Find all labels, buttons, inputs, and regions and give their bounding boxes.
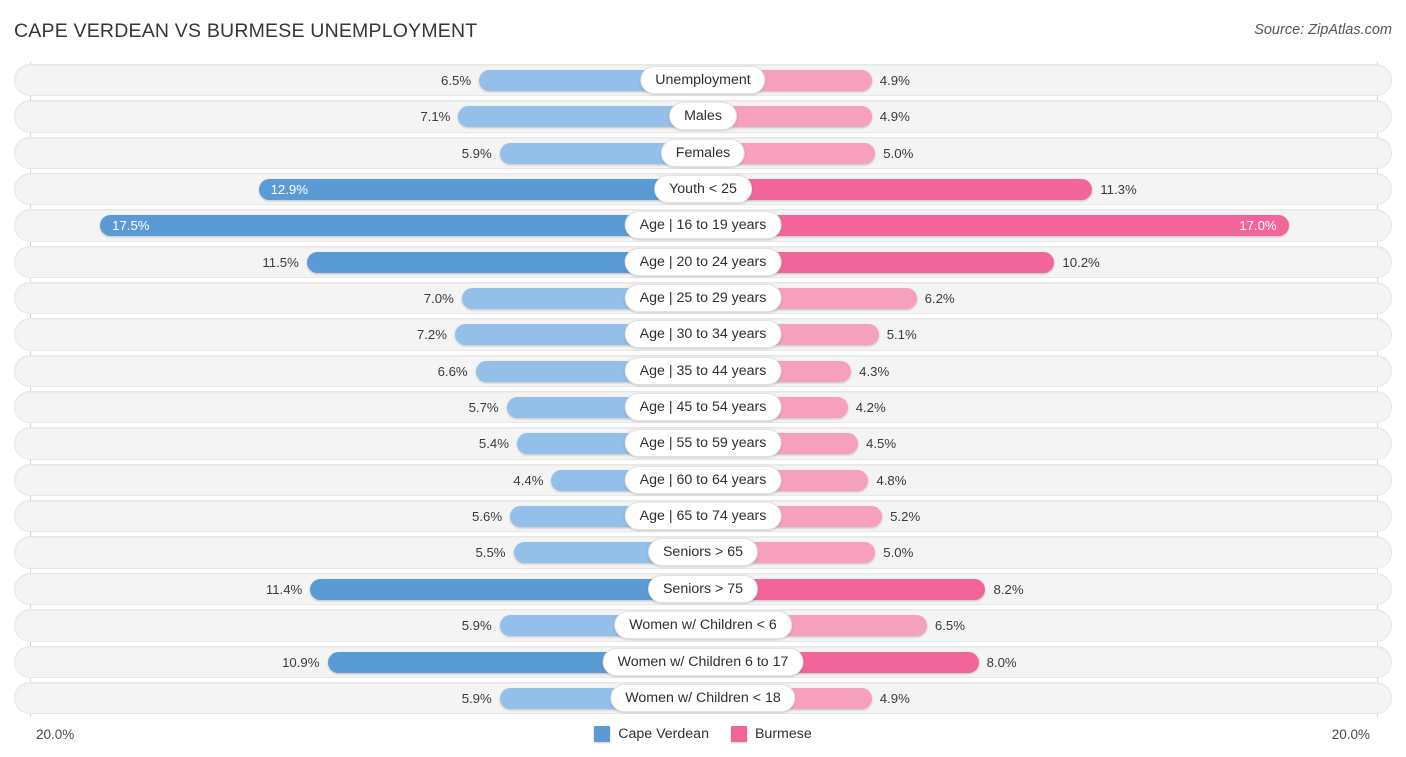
table-row[interactable]: 7.0% 6.2% Age | 25 to 29 years — [14, 280, 1392, 316]
row-category-label[interactable]: Unemployment — [640, 66, 766, 94]
value-label-cape-verdean: 7.0% — [423, 291, 454, 307]
bar-cape-verdean — [458, 106, 703, 128]
row-category-label[interactable]: Age | 16 to 19 years — [624, 211, 782, 240]
table-row[interactable]: 7.2% 5.1% Age | 30 to 34 years — [14, 316, 1392, 352]
row-category-label[interactable]: Age | 20 to 24 years — [624, 247, 782, 276]
value-label-burmese: 5.2% — [890, 509, 921, 525]
row-category-label[interactable]: Age | 35 to 44 years — [624, 356, 782, 385]
row-category-label[interactable]: Females — [660, 138, 746, 167]
value-label-burmese: 4.9% — [879, 109, 910, 125]
value-label-burmese: 11.3% — [1100, 182, 1137, 198]
value-label-cape-verdean: 10.9% — [282, 654, 320, 670]
value-label-burmese: 4.9% — [879, 73, 910, 88]
legend-label: Cape Verdean — [618, 726, 709, 742]
row-category-label[interactable]: Age | 45 to 54 years — [624, 393, 782, 422]
value-label-burmese: 8.0% — [986, 654, 1017, 670]
table-row[interactable]: 11.4% 8.2% Seniors > 75 — [14, 571, 1392, 607]
table-row[interactable]: 12.9% 11.3% Youth < 25 — [14, 171, 1392, 207]
value-label-burmese: 5.0% — [883, 145, 914, 161]
value-label-burmese: 5.1% — [886, 327, 917, 343]
table-row[interactable]: 5.7% 4.2% Age | 45 to 54 years — [14, 389, 1392, 425]
chart-root: CAPE VERDEAN VS BURMESE UNEMPLOYMENT Sou… — [0, 0, 1406, 757]
value-label-cape-verdean: 17.5% — [112, 218, 150, 234]
table-row[interactable]: 7.1% 4.9% Males — [14, 98, 1392, 134]
value-label-cape-verdean: 5.9% — [461, 618, 492, 634]
value-label-burmese: 4.8% — [876, 472, 907, 488]
table-row[interactable]: 5.9% 4.9% Women w/ Children < 18 — [14, 680, 1392, 716]
value-label-burmese: 17.0% — [1239, 218, 1277, 234]
bar-cape-verdean — [100, 215, 703, 237]
table-row[interactable]: 6.6% 4.3% Age | 35 to 44 years — [14, 353, 1392, 389]
value-label-burmese: 5.0% — [883, 545, 914, 561]
table-row[interactable]: 5.9% 5.0% Females — [14, 135, 1392, 171]
value-label-cape-verdean: 11.5% — [262, 254, 299, 270]
value-label-burmese: 6.2% — [924, 291, 955, 307]
value-label-cape-verdean: 7.2% — [416, 327, 447, 343]
row-category-label[interactable]: Women w/ Children < 18 — [610, 683, 796, 712]
row-category-label[interactable]: Age | 25 to 29 years — [624, 284, 782, 313]
bar-burmese — [703, 179, 1093, 201]
row-category-label[interactable]: Age | 30 to 34 years — [624, 320, 782, 349]
value-label-burmese: 8.2% — [993, 581, 1024, 597]
value-label-burmese: 6.5% — [934, 618, 965, 634]
row-category-label[interactable]: Age | 55 to 59 years — [624, 429, 782, 458]
table-row[interactable]: 17.5% 17.0% Age | 16 to 19 years — [14, 207, 1392, 243]
bar-cape-verdean — [310, 578, 703, 600]
legend: Cape Verdean Burmese — [0, 726, 1406, 742]
bar-burmese — [703, 215, 1289, 237]
row-category-label[interactable]: Youth < 25 — [654, 175, 752, 204]
value-label-burmese: 4.2% — [855, 400, 886, 416]
table-row[interactable]: 5.5% 5.0% Seniors > 65 — [14, 534, 1392, 570]
value-label-cape-verdean: 6.6% — [437, 363, 468, 379]
value-label-burmese: 10.2% — [1062, 254, 1100, 270]
value-label-burmese: 4.5% — [866, 436, 897, 452]
value-label-cape-verdean: 5.4% — [478, 436, 509, 452]
row-category-label[interactable]: Women w/ Children < 6 — [614, 611, 792, 640]
row-category-label[interactable]: Age | 65 to 74 years — [624, 502, 782, 531]
row-category-label[interactable]: Seniors > 75 — [647, 574, 759, 603]
legend-swatch-icon — [730, 726, 747, 742]
bar-rows: 6.5% 4.9% Unemployment 7.1% 4.9% Males 5.9% 5.0… — [14, 62, 1392, 716]
table-row[interactable]: 4.4% 4.8% Age | 60 to 64 years — [14, 462, 1392, 498]
value-label-cape-verdean: 5.5% — [475, 545, 506, 561]
page-title: CAPE VERDEAN VS BURMESE UNEMPLOYMENT — [14, 20, 478, 42]
table-row[interactable]: 5.6% 5.2% Age | 65 to 74 years — [14, 498, 1392, 534]
source-label: Source: ZipAtlas.com — [1254, 22, 1392, 38]
value-label-cape-verdean: 7.1% — [420, 109, 451, 125]
value-label-cape-verdean: 4.4% — [513, 472, 544, 488]
chart-footer: 20.0% 20.0% Cape Verdean Burmese — [0, 717, 1406, 757]
value-label-burmese: 4.3% — [859, 363, 890, 379]
table-row[interactable]: 10.9% 8.0% Women w/ Children 6 to 17 — [14, 644, 1392, 680]
value-label-cape-verdean: 5.9% — [461, 145, 492, 161]
chart-header: CAPE VERDEAN VS BURMESE UNEMPLOYMENT Sou… — [0, 0, 1406, 62]
table-row[interactable]: 5.9% 6.5% Women w/ Children < 6 — [14, 607, 1392, 643]
value-label-cape-verdean: 5.6% — [472, 509, 503, 525]
legend-item[interactable]: Cape Verdean — [594, 726, 709, 742]
row-category-label[interactable]: Women w/ Children 6 to 17 — [602, 647, 804, 676]
legend-swatch-icon — [594, 726, 611, 742]
table-row[interactable]: 11.5% 10.2% Age | 20 to 24 years — [14, 244, 1392, 280]
bar-cape-verdean — [258, 179, 703, 201]
row-category-label[interactable]: Age | 60 to 64 years — [624, 465, 782, 494]
row-category-label[interactable]: Seniors > 65 — [647, 538, 759, 567]
value-label-cape-verdean: 6.5% — [441, 73, 472, 88]
legend-label: Burmese — [754, 726, 812, 742]
plot-area: 6.5% 4.9% Unemployment 7.1% 4.9% Males 5.9% 5.0… — [14, 62, 1392, 717]
row-category-label[interactable]: Males — [669, 102, 737, 131]
value-label-burmese: 4.9% — [879, 690, 910, 706]
legend-item[interactable]: Burmese — [730, 726, 812, 742]
value-label-cape-verdean: 12.9% — [270, 182, 308, 198]
value-label-cape-verdean: 5.9% — [461, 690, 492, 706]
table-row[interactable]: 5.4% 4.5% Age | 55 to 59 years — [14, 425, 1392, 461]
table-row[interactable]: 6.5% 4.9% Unemployment — [14, 62, 1392, 98]
value-label-cape-verdean: 5.7% — [468, 400, 499, 416]
value-label-cape-verdean: 11.4% — [265, 581, 303, 597]
